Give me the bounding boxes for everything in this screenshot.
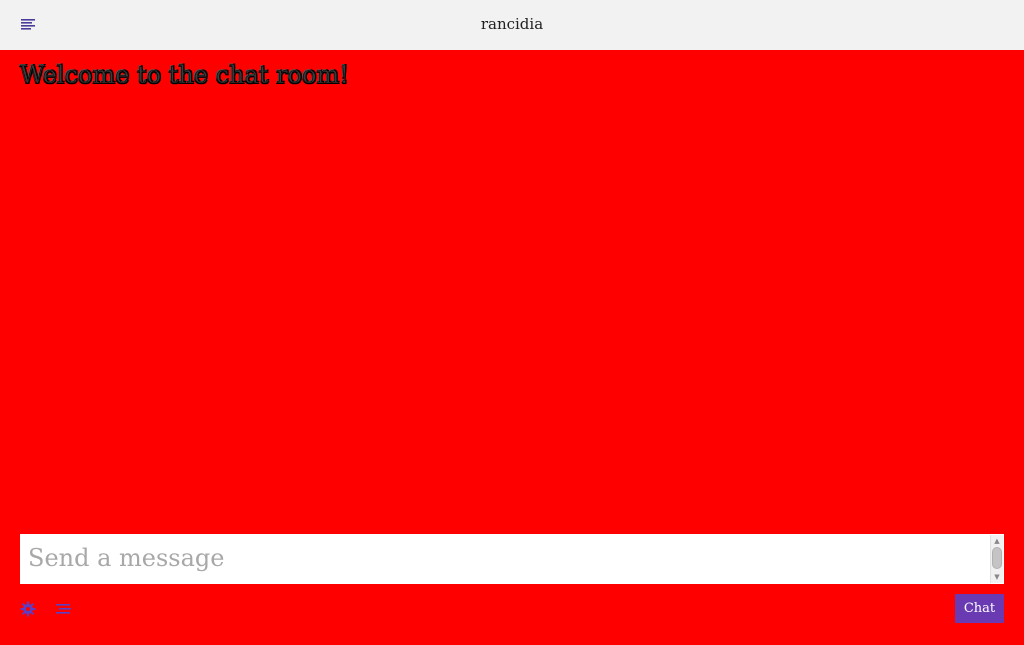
settings-button[interactable]	[17, 598, 39, 620]
scrollbar-thumb[interactable]	[992, 547, 1002, 569]
chat-log: Welcome to the chat room!	[0, 50, 1024, 530]
scroll-down-arrow-icon[interactable]: ▼	[991, 572, 1003, 582]
chat-send-button[interactable]: Chat	[955, 594, 1004, 623]
welcome-message: Welcome to the chat room!	[20, 61, 350, 90]
input-scrollbar[interactable]: ▲ ▼	[990, 535, 1003, 583]
user-list-button[interactable]	[53, 598, 75, 620]
top-bar: rancidia	[0, 0, 1024, 50]
user-list-icon	[56, 604, 71, 614]
message-input-container: ▲ ▼	[20, 534, 1004, 584]
message-input[interactable]	[20, 534, 988, 584]
room-title: rancidia	[480, 15, 544, 33]
gear-icon	[20, 601, 36, 617]
scroll-up-arrow-icon[interactable]: ▲	[991, 536, 1003, 546]
